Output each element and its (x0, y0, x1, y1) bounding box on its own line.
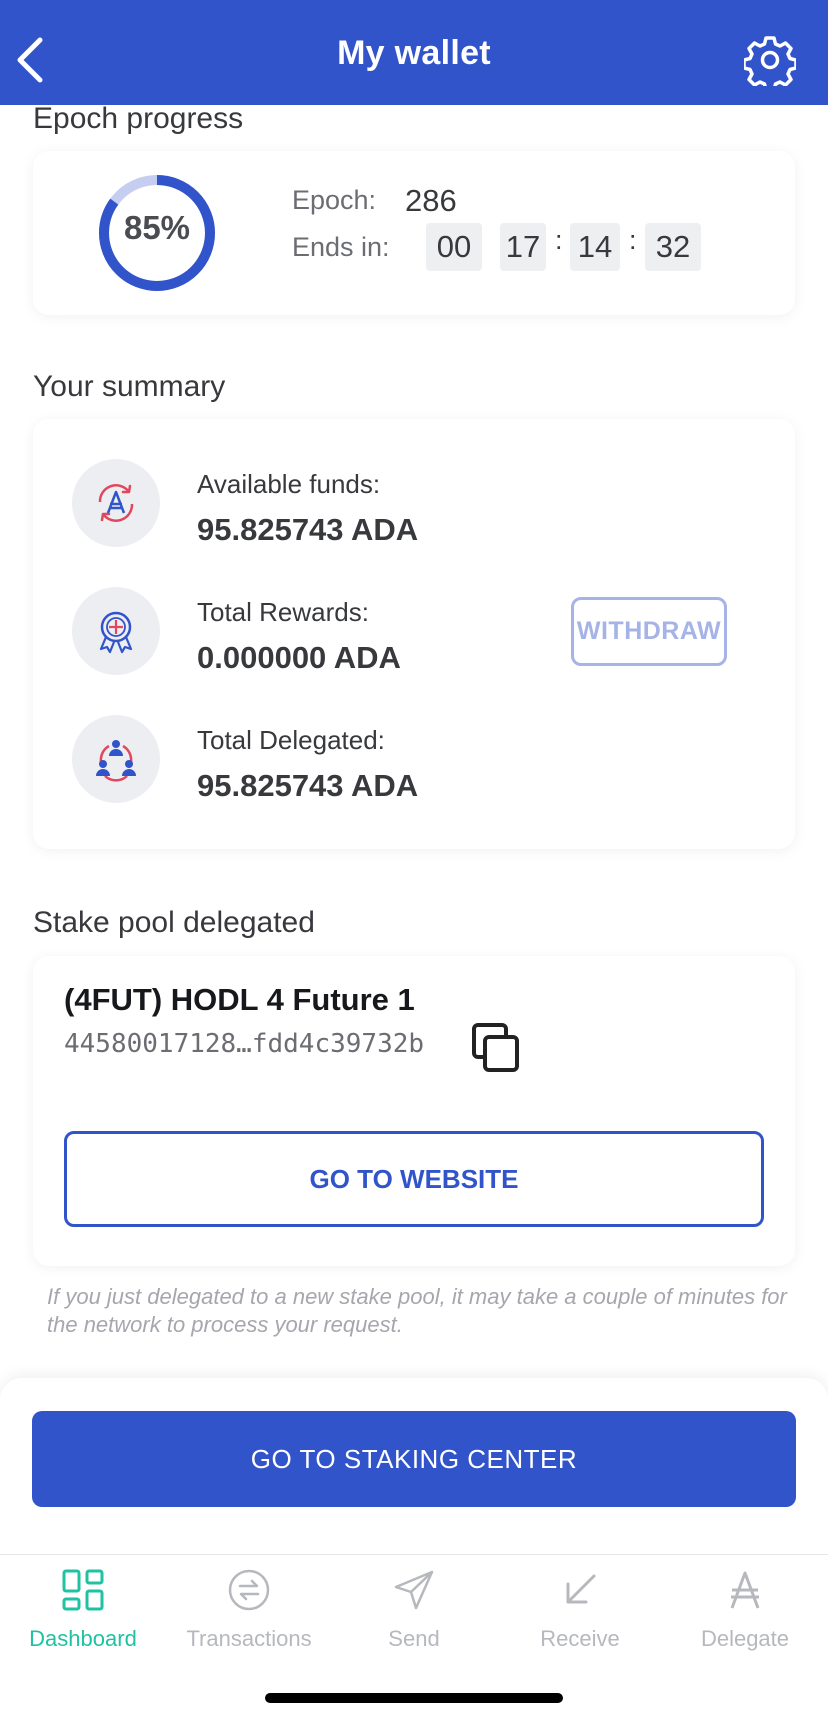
epoch-card: 85% Epoch: 286 Ends in: 00 17 : 14 : 32 (33, 151, 795, 315)
pool-section-title: Stake pool delegated (33, 906, 315, 939)
delegated-icon (72, 715, 160, 803)
page-title: My wallet (337, 34, 491, 72)
nav-item-send[interactable]: Send (331, 1568, 497, 1652)
nav-label-transactions: Transactions (186, 1626, 312, 1651)
summary-section-title: Your summary (33, 370, 226, 403)
ends-in-label: Ends in: (292, 232, 390, 262)
rewards-icon (72, 587, 160, 675)
bottom-sheet: GO TO STAKING CENTER Dashboard Transacti… (0, 1378, 828, 1713)
summary-card: Available funds: 95.825743 ADA Total Rew… (33, 419, 795, 849)
nav-divider (0, 1554, 828, 1555)
nav-item-transactions[interactable]: Transactions (166, 1568, 332, 1652)
countdown-separator: : (555, 225, 563, 255)
send-icon (394, 1570, 434, 1610)
countdown-hours: 17 (500, 223, 546, 271)
copy-icon[interactable] (471, 1022, 521, 1074)
dashboard-icon (62, 1569, 104, 1611)
home-indicator (265, 1693, 563, 1703)
nav-label-send: Send (388, 1626, 440, 1651)
delegation-note: If you just delegated to a new stake poo… (47, 1284, 787, 1337)
nav-label-receive: Receive (540, 1626, 620, 1651)
withdraw-button[interactable]: WITHDRAW (571, 597, 727, 666)
go-to-website-button[interactable]: GO TO WEBSITE (64, 1131, 764, 1227)
pool-card: (4FUT) HODL 4 Future 1 44580017128…fdd4c… (33, 956, 795, 1266)
available-funds-value: 95.825743 ADA (197, 512, 419, 547)
epoch-section-title: Epoch progress (33, 102, 244, 135)
transactions-icon (228, 1569, 270, 1611)
nav-item-dashboard[interactable]: Dashboard (0, 1568, 166, 1652)
app-header: My wallet (0, 0, 828, 105)
delegate-icon (730, 1571, 760, 1609)
total-delegated-label: Total Delegated: (197, 725, 385, 755)
epoch-label: Epoch: (292, 185, 377, 215)
countdown-minutes: 14 (570, 223, 620, 271)
epoch-progress-percent: 85% (123, 209, 191, 246)
nav-item-receive[interactable]: Receive (497, 1568, 663, 1652)
nav-label-delegate: Delegate (700, 1626, 790, 1651)
nav-item-delegate[interactable]: Delegate (662, 1568, 828, 1652)
available-funds-label: Available funds: (197, 469, 381, 499)
receive-icon (566, 1574, 596, 1604)
countdown-days: 00 (426, 223, 482, 271)
total-rewards-label: Total Rewards: (197, 597, 369, 627)
total-delegated-value: 95.825743 ADA (197, 768, 419, 803)
nav-label-dashboard: Dashboard (29, 1626, 137, 1651)
available-funds-icon (72, 459, 160, 547)
gear-icon[interactable] (744, 34, 796, 86)
total-rewards-value: 0.000000 ADA (197, 640, 401, 675)
countdown-separator: : (629, 225, 637, 255)
countdown-seconds: 32 (645, 223, 701, 271)
epoch-value: 286 (405, 183, 457, 218)
pool-hash: 44580017128…fdd4c39732b (64, 1029, 425, 1059)
go-to-staking-center-button[interactable]: GO TO STAKING CENTER (32, 1411, 796, 1507)
pool-name: (4FUT) HODL 4 Future 1 (64, 982, 415, 1017)
